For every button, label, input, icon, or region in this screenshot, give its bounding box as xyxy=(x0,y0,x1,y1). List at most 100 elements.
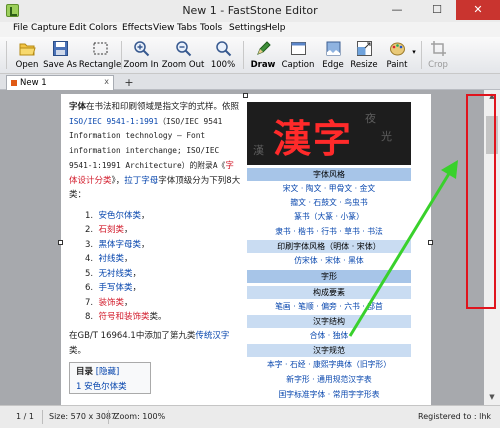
menu-tabs[interactable]: Tabs xyxy=(177,23,197,33)
traditional-hanzi-link[interactable]: 传统汉字 xyxy=(195,331,229,341)
infobox-row[interactable]: 笔画 · 笔顺 · 偏旁 · 六书 · 部首 xyxy=(247,300,411,313)
menu-edit[interactable]: Edit xyxy=(69,23,86,33)
resize-button[interactable]: Resize xyxy=(349,38,379,72)
tab-close-icon[interactable]: x xyxy=(104,77,109,86)
rectangle-tool-button[interactable]: Rectangle xyxy=(78,38,122,72)
edge-label: Edge xyxy=(322,60,344,70)
list-link[interactable]: 无衬线类 xyxy=(99,269,133,279)
tab-bar: New 1 x + xyxy=(0,74,500,90)
menu-help[interactable]: Help xyxy=(265,23,286,33)
highlight-box xyxy=(466,94,496,309)
hanzi-infobox: 夜 光 漢 漢字 字体风格 宋文 · 陶文 · 甲骨文 · 金文 籀文 · 石鼓… xyxy=(247,102,411,402)
image-canvas[interactable]: 字体在书法和印刷领域是指文字的式样。依照ISO/IEC 9541-1:1991（… xyxy=(61,94,431,405)
zoom-level-dropdown[interactable]: 100% xyxy=(207,38,239,72)
rectangle-select-icon xyxy=(93,42,108,55)
zoom-level-label: 100% xyxy=(210,60,236,70)
maximize-button[interactable]: ☐ xyxy=(422,0,452,20)
draw-button[interactable]: Draw xyxy=(249,38,277,72)
draw-label: Draw xyxy=(250,60,276,70)
status-separator xyxy=(108,410,109,424)
edge-button[interactable]: Edge xyxy=(317,38,349,72)
infobox-row[interactable]: 新字形 · 通用规范汉字表 xyxy=(247,373,411,386)
list-link[interactable]: 装饰类 xyxy=(99,298,125,308)
latin-alphabet-link[interactable]: 拉丁字母 xyxy=(124,176,158,186)
menu-tools[interactable]: Tools xyxy=(200,23,222,33)
chevron-down-icon: ▾ xyxy=(412,48,416,56)
infobox-subheader: 印刷字体风格（明体 · 宋体） xyxy=(247,240,411,253)
toolbar: Open Save As Rectangle Zoom In Zoom Out … xyxy=(0,37,500,74)
menu-view[interactable]: View xyxy=(153,23,174,33)
toc-hide-link[interactable]: [隐藏] xyxy=(96,367,120,377)
infobox-row[interactable]: 仿宋体 · 宋体 · 黑体 xyxy=(247,254,411,267)
paint-button[interactable]: Paint xyxy=(383,38,411,72)
close-button[interactable]: ✕ xyxy=(456,0,500,20)
list-suffix: 类。 xyxy=(149,312,167,323)
infobox-row[interactable]: 本字 · 石经 · 康熙字典体（旧字形） xyxy=(247,358,411,371)
resize-handle-right[interactable] xyxy=(428,240,433,245)
rectangle-label: Rectangle xyxy=(78,60,122,70)
intro-text: 在书法和印刷领域是指文字的式样。依照 xyxy=(86,102,240,112)
resize-handle-left[interactable] xyxy=(58,240,63,245)
gb-tail: 类。 xyxy=(69,345,87,356)
list-link[interactable]: 黑体字母类 xyxy=(99,240,142,250)
gb-text: 在GB/T 16964.1中添加了第九类 xyxy=(69,330,196,341)
infobox-row[interactable]: 国字标准字体 · 常用字字形表 xyxy=(247,388,411,401)
page-indicator: 1 / 1 xyxy=(16,412,34,421)
open-button[interactable]: Open xyxy=(12,38,42,72)
list-item: 8. 符号和装饰类类。 xyxy=(85,310,241,325)
article-text: 字体在书法和印刷领域是指文字的式样。依照ISO/IEC 9541-1:1991（… xyxy=(69,100,241,395)
edge-effect-icon xyxy=(326,41,341,56)
infobox-row[interactable]: 合体 · 独体 xyxy=(247,329,411,342)
list-item: 4. 衬线类， xyxy=(85,252,241,267)
list-number: 7. xyxy=(85,297,94,308)
infobox-row[interactable]: 宋文 · 陶文 · 甲骨文 · 金文 xyxy=(247,182,411,195)
list-link[interactable]: 符号和装饰类 xyxy=(99,312,150,322)
add-tab-button[interactable]: + xyxy=(118,76,140,90)
zoom-in-button[interactable]: Zoom In xyxy=(122,38,160,72)
infobox-header: 字体风格 xyxy=(247,168,411,181)
list-link[interactable]: 石刻类 xyxy=(99,225,125,235)
infobox-row[interactable]: 籀文 · 石鼓文 · 鸟虫书 xyxy=(247,196,411,209)
pen-icon xyxy=(257,41,271,55)
zoom-out-button[interactable]: Zoom Out xyxy=(161,38,205,72)
toolbar-separator xyxy=(243,41,244,69)
infobox-row[interactable]: 隶书 · 楷书 · 行书 · 草书 · 书法 xyxy=(247,225,411,238)
zoom-in-label: Zoom In xyxy=(123,60,159,70)
caption-button[interactable]: Caption xyxy=(280,38,316,72)
status-separator xyxy=(42,410,43,424)
list-link[interactable]: 手写体类 xyxy=(99,283,133,293)
resize-handle-top[interactable] xyxy=(243,93,248,98)
save-as-button[interactable]: Save As xyxy=(43,38,77,72)
infobox-row[interactable]: 篆书（大篆 · 小篆） xyxy=(247,210,411,223)
minimize-button[interactable]: — xyxy=(382,0,412,20)
scroll-down-arrow-icon[interactable]: ▼ xyxy=(484,393,500,401)
list-link[interactable]: 衬线类 xyxy=(99,254,125,264)
floppy-disk-icon xyxy=(53,41,68,56)
hanzi-banner-image: 夜 光 漢 漢字 xyxy=(247,102,411,165)
banner-glyph: 漢 xyxy=(253,144,264,157)
list-link[interactable]: 安色尔体类 xyxy=(99,211,142,221)
intro-paragraph: 字体在书法和印刷领域是指文字的式样。依照ISO/IEC 9541-1:1991（… xyxy=(69,100,241,203)
editor-workspace[interactable]: 字体在书法和印刷领域是指文字的式样。依照ISO/IEC 9541-1:1991（… xyxy=(0,90,500,405)
resize-icon xyxy=(357,41,372,56)
tab-new-1[interactable]: New 1 x xyxy=(6,75,114,90)
list-suffix: ， xyxy=(124,297,133,308)
menu-file[interactable]: File xyxy=(13,23,28,33)
toc-item[interactable]: 1 安色尔体类 xyxy=(76,382,127,392)
crop-button[interactable]: Crop xyxy=(425,38,451,72)
term-bold: 字体 xyxy=(69,102,87,112)
menu-colors[interactable]: Colors xyxy=(89,23,117,33)
menu-capture[interactable]: Capture xyxy=(31,23,67,33)
list-item: 2. 石刻类， xyxy=(85,223,241,238)
list-item: 6. 手写体类， xyxy=(85,281,241,296)
list-suffix: ， xyxy=(124,225,133,236)
iso-link[interactable]: ISO/IEC 9541-1:1991 xyxy=(69,117,158,126)
list-item: 7. 装饰类， xyxy=(85,296,241,311)
paint-dropdown-arrow[interactable]: ▾ xyxy=(410,38,418,72)
list-number: 2. xyxy=(85,225,94,236)
banner-glyph: 夜 xyxy=(365,112,376,125)
menu-settings[interactable]: Settings xyxy=(229,23,266,33)
list-suffix: ， xyxy=(132,268,142,279)
image-size: Size: 570 x 3087 xyxy=(49,412,117,421)
menu-effects[interactable]: Effects xyxy=(122,23,153,33)
